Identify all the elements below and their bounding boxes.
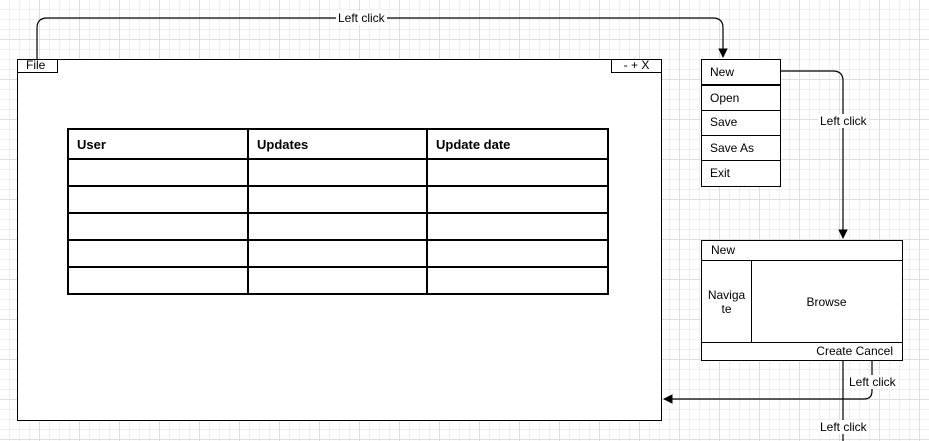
table-cell[interactable] — [67, 266, 249, 295]
table-cell[interactable] — [426, 185, 609, 214]
file-menu-button[interactable]: File — [17, 59, 58, 73]
menu-item-save[interactable]: Save — [702, 110, 780, 135]
table-row[interactable] — [67, 158, 609, 187]
table-cell[interactable] — [67, 239, 249, 268]
edge-label-create-to-window: Left click — [847, 375, 898, 389]
connector-create-to-window — [663, 361, 873, 404]
table-row[interactable] — [67, 266, 609, 295]
table-row[interactable] — [67, 239, 609, 268]
table-cell[interactable] — [67, 212, 249, 241]
table-cell[interactable] — [426, 266, 609, 295]
table-cell[interactable] — [67, 185, 249, 214]
edge-label-new-to-dialog: Left click — [818, 114, 869, 128]
table-cell[interactable] — [426, 158, 609, 187]
table-cell[interactable] — [247, 158, 428, 187]
table-row[interactable] — [67, 185, 609, 214]
connector-new-to-dialog — [781, 70, 848, 239]
column-header-updates[interactable]: Updates — [247, 128, 428, 160]
create-cancel-buttons[interactable]: Create Cancel — [702, 342, 902, 360]
table-cell[interactable] — [67, 158, 249, 187]
navigate-pane[interactable]: Navigate — [702, 261, 752, 342]
column-header-update-date[interactable]: Update date — [426, 128, 609, 160]
menu-item-new[interactable]: New — [702, 60, 780, 85]
menu-item-save-as[interactable]: Save As — [702, 136, 780, 161]
updates-table: User Updates Update date — [67, 128, 609, 295]
table-cell[interactable] — [247, 239, 428, 268]
edge-label-file-to-menu: Left click — [336, 11, 387, 25]
window-controls[interactable]: - + X — [611, 59, 662, 73]
table-cell[interactable] — [247, 266, 428, 295]
dialog-title: New — [702, 241, 902, 261]
menu-item-exit[interactable]: Exit — [702, 161, 780, 186]
table-cell[interactable] — [426, 212, 609, 241]
table-cell[interactable] — [247, 185, 428, 214]
menu-item-open[interactable]: Open — [702, 86, 780, 111]
table-cell[interactable] — [426, 239, 609, 268]
table-cell[interactable] — [247, 212, 428, 241]
table-row[interactable] — [67, 212, 609, 241]
edge-label-cancel-down: Left click — [818, 420, 869, 434]
new-dialog: New Navigate Browse Create Cancel — [701, 240, 903, 361]
column-header-user[interactable]: User — [67, 128, 249, 160]
browse-button[interactable]: Browse — [752, 261, 901, 342]
table-header-row: User Updates Update date — [67, 128, 609, 160]
file-menu-dropdown: New Open Save Save As Exit — [701, 59, 781, 187]
